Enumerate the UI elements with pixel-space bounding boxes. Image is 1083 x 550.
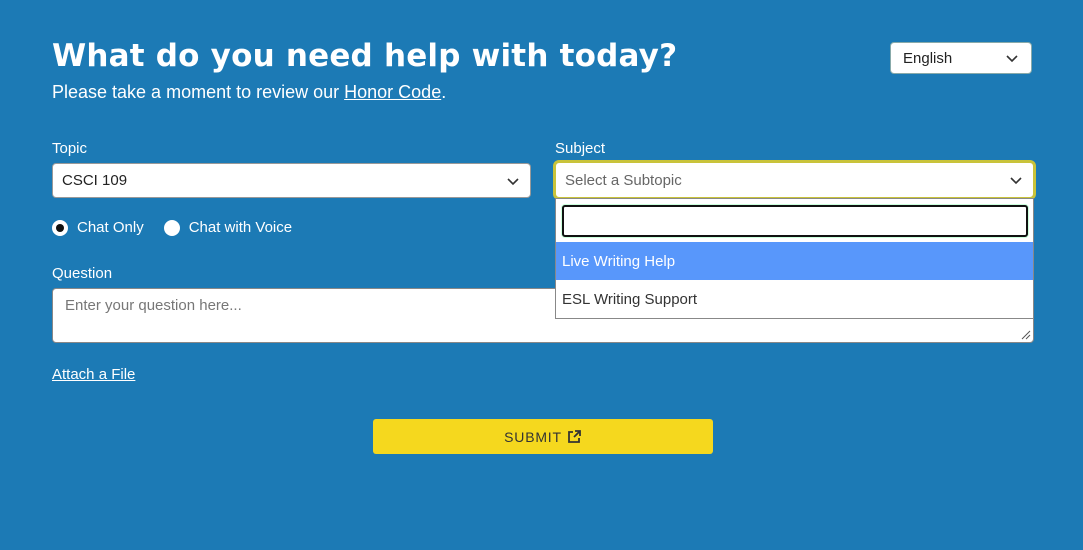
subject-label: Subject <box>555 140 606 157</box>
subtitle-text: Please take a moment to review our <box>52 82 345 102</box>
honor-code-link[interactable]: Honor Code <box>344 82 441 102</box>
chat-with-voice-radio[interactable] <box>163 219 180 236</box>
submit-button[interactable]: SUBMIT <box>373 419 713 454</box>
dropdown-search-input[interactable] <box>562 205 1028 237</box>
language-value: English <box>903 49 953 67</box>
resize-handle-icon[interactable] <box>1021 330 1031 340</box>
topic-value: CSCI 109 <box>62 172 128 189</box>
chat-with-voice-label[interactable]: Chat with Voice <box>189 219 292 236</box>
dropdown-option-live-writing-help[interactable]: Live Writing Help <box>556 242 1033 280</box>
topic-label: Topic <box>52 140 88 157</box>
chevron-down-icon <box>1006 55 1018 63</box>
topic-select[interactable]: CSCI 109 <box>52 163 531 198</box>
chevron-down-icon <box>507 177 519 185</box>
dropdown-option-esl-writing-support[interactable]: ESL Writing Support <box>556 280 1033 318</box>
submit-label: SUBMIT <box>504 428 562 445</box>
page-title: What do you need help with today? <box>52 38 678 74</box>
chat-only-radio[interactable] <box>52 219 68 236</box>
honor-code-line: Please take a moment to review our Honor… <box>52 82 446 103</box>
external-link-icon <box>567 430 581 443</box>
subtitle-suffix: . <box>441 82 447 102</box>
subject-placeholder: Select a Subtopic <box>565 171 682 189</box>
subject-select[interactable]: Select a Subtopic <box>553 160 1036 200</box>
chat-mode-group: Chat Only Chat with Voice <box>52 219 292 236</box>
question-label: Question <box>52 265 113 282</box>
chat-only-label[interactable]: Chat Only <box>77 219 144 236</box>
language-select[interactable]: English <box>890 42 1032 74</box>
attach-file-link[interactable]: Attach a File <box>52 366 135 383</box>
question-placeholder: Enter your question here... <box>65 297 242 314</box>
chevron-down-icon <box>1010 177 1022 185</box>
subject-dropdown: Live Writing Help ESL Writing Support <box>555 198 1034 319</box>
